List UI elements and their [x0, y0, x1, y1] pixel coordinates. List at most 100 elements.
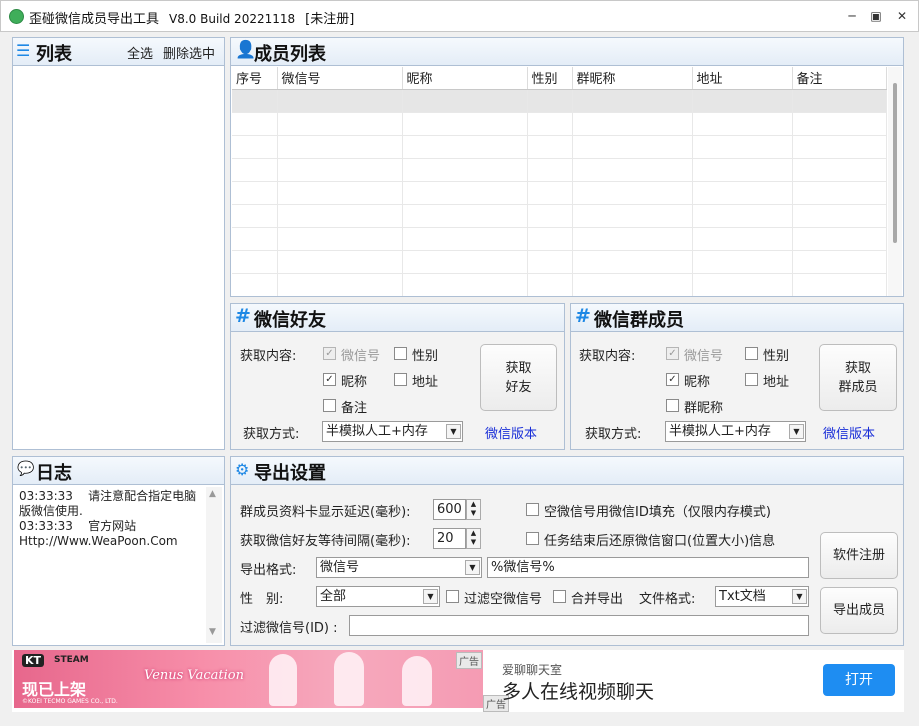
- table-cell[interactable]: [792, 250, 887, 274]
- interval-input[interactable]: 20: [433, 528, 466, 549]
- table-cell[interactable]: [232, 273, 278, 296]
- groups-opt-group-nickname-checkbox[interactable]: [666, 399, 679, 412]
- table-cell[interactable]: [402, 250, 528, 274]
- table-cell[interactable]: [232, 89, 278, 113]
- table-cell[interactable]: [572, 227, 693, 251]
- table-cell[interactable]: [692, 158, 793, 182]
- table-cell[interactable]: [402, 89, 528, 113]
- friends-method-select[interactable]: 半模拟人工+内存 ▼: [322, 421, 463, 442]
- table-cell[interactable]: [572, 273, 693, 296]
- col-group-nickname[interactable]: 群昵称: [572, 67, 693, 90]
- table-cell[interactable]: [792, 181, 887, 205]
- table-cell[interactable]: [232, 112, 278, 136]
- table-cell[interactable]: [402, 181, 528, 205]
- table-row[interactable]: [232, 135, 887, 159]
- filter-empty-checkbox[interactable]: [446, 590, 459, 603]
- table-row[interactable]: [232, 181, 887, 205]
- groups-opt-gender-checkbox[interactable]: [745, 347, 758, 360]
- fetch-friends-button[interactable]: 获取 好友: [480, 344, 557, 411]
- col-nickname[interactable]: 昵称: [402, 67, 528, 90]
- table-cell[interactable]: [277, 158, 403, 182]
- table-cell[interactable]: [792, 112, 887, 136]
- table-cell[interactable]: [527, 227, 573, 251]
- groups-version-link[interactable]: 微信版本: [823, 423, 875, 442]
- friends-opt-nickname-checkbox[interactable]: ✓: [323, 373, 336, 386]
- merge-export-checkbox[interactable]: [553, 590, 566, 603]
- table-cell[interactable]: [277, 250, 403, 274]
- table-cell[interactable]: [792, 135, 887, 159]
- table-cell[interactable]: [402, 112, 528, 136]
- table-cell[interactable]: [792, 273, 887, 296]
- fetch-group-members-button[interactable]: 获取 群成员: [819, 344, 897, 411]
- table-cell[interactable]: [692, 227, 793, 251]
- table-cell[interactable]: [402, 273, 528, 296]
- table-cell[interactable]: [527, 204, 573, 228]
- friends-opt-wechatid-checkbox[interactable]: ✓: [323, 347, 336, 360]
- table-row[interactable]: [232, 158, 887, 182]
- table-cell[interactable]: [572, 112, 693, 136]
- group-list[interactable]: [14, 67, 223, 448]
- interval-spinner[interactable]: ▲ ▼: [466, 528, 481, 549]
- table-cell[interactable]: [572, 204, 693, 228]
- table-cell[interactable]: [232, 181, 278, 205]
- minimize-icon[interactable]: ─: [845, 9, 859, 23]
- table-cell[interactable]: [692, 273, 793, 296]
- table-cell[interactable]: [402, 204, 528, 228]
- table-cell[interactable]: [277, 273, 403, 296]
- table-cell[interactable]: [792, 227, 887, 251]
- ad-banner-left[interactable]: KT STEAM 现已上架 ©KOEI TECMO GAMES CO., LTD…: [14, 650, 483, 708]
- col-wechat-id[interactable]: 微信号: [277, 67, 403, 90]
- table-cell[interactable]: [277, 181, 403, 205]
- table-cell[interactable]: [402, 158, 528, 182]
- delay-spinner[interactable]: ▲ ▼: [466, 499, 481, 520]
- select-all-link[interactable]: 全选: [127, 43, 153, 62]
- table-cell[interactable]: [527, 89, 573, 113]
- filter-id-input[interactable]: [349, 615, 809, 636]
- table-cell[interactable]: [572, 89, 693, 113]
- table-cell[interactable]: [402, 135, 528, 159]
- table-cell[interactable]: [572, 158, 693, 182]
- friends-opt-gender-checkbox[interactable]: [394, 347, 407, 360]
- table-cell[interactable]: [527, 112, 573, 136]
- table-cell[interactable]: [527, 158, 573, 182]
- table-cell[interactable]: [232, 135, 278, 159]
- table-cell[interactable]: [232, 227, 278, 251]
- friends-opt-address-checkbox[interactable]: [394, 373, 407, 386]
- ad-open-button[interactable]: 打开: [823, 664, 895, 696]
- table-cell[interactable]: [232, 250, 278, 274]
- file-format-select[interactable]: Txt文档 ▼: [715, 586, 809, 607]
- scrollbar-thumb[interactable]: [893, 83, 897, 243]
- table-cell[interactable]: [277, 227, 403, 251]
- table-cell[interactable]: [692, 112, 793, 136]
- table-cell[interactable]: [692, 250, 793, 274]
- log-content[interactable]: 03:33:33 请注意配合指定电脑 版微信使用. 03:33:33 官方网站 …: [19, 489, 204, 641]
- table-cell[interactable]: [572, 135, 693, 159]
- table-cell[interactable]: [692, 135, 793, 159]
- friends-opt-remark-checkbox[interactable]: [323, 399, 336, 412]
- maximize-icon[interactable]: ▣: [869, 9, 883, 23]
- gender-select[interactable]: 全部 ▼: [316, 586, 440, 607]
- restore-window-checkbox[interactable]: [526, 532, 539, 545]
- col-index[interactable]: 序号: [232, 67, 278, 90]
- table-cell[interactable]: [277, 135, 403, 159]
- close-icon[interactable]: ✕: [895, 9, 909, 23]
- table-cell[interactable]: [527, 181, 573, 205]
- groups-opt-address-checkbox[interactable]: [745, 373, 758, 386]
- export-members-button[interactable]: 导出成员: [820, 587, 898, 634]
- format-select[interactable]: 微信号 ▼: [316, 557, 482, 578]
- table-row[interactable]: [232, 250, 887, 274]
- delay-input[interactable]: 600: [433, 499, 466, 520]
- table-row[interactable]: [232, 89, 887, 113]
- delete-selected-link[interactable]: 删除选中: [163, 43, 215, 62]
- scroll-up-icon[interactable]: ▲: [209, 489, 216, 499]
- table-cell[interactable]: [402, 227, 528, 251]
- table-cell[interactable]: [277, 204, 403, 228]
- groups-opt-nickname-checkbox[interactable]: ✓: [666, 373, 679, 386]
- format-template-input[interactable]: %微信号%: [487, 557, 809, 578]
- col-gender[interactable]: 性别: [527, 67, 573, 90]
- table-cell[interactable]: [232, 158, 278, 182]
- table-cell[interactable]: [572, 181, 693, 205]
- col-address[interactable]: 地址: [692, 67, 793, 90]
- table-row[interactable]: [232, 227, 887, 251]
- table-cell[interactable]: [692, 204, 793, 228]
